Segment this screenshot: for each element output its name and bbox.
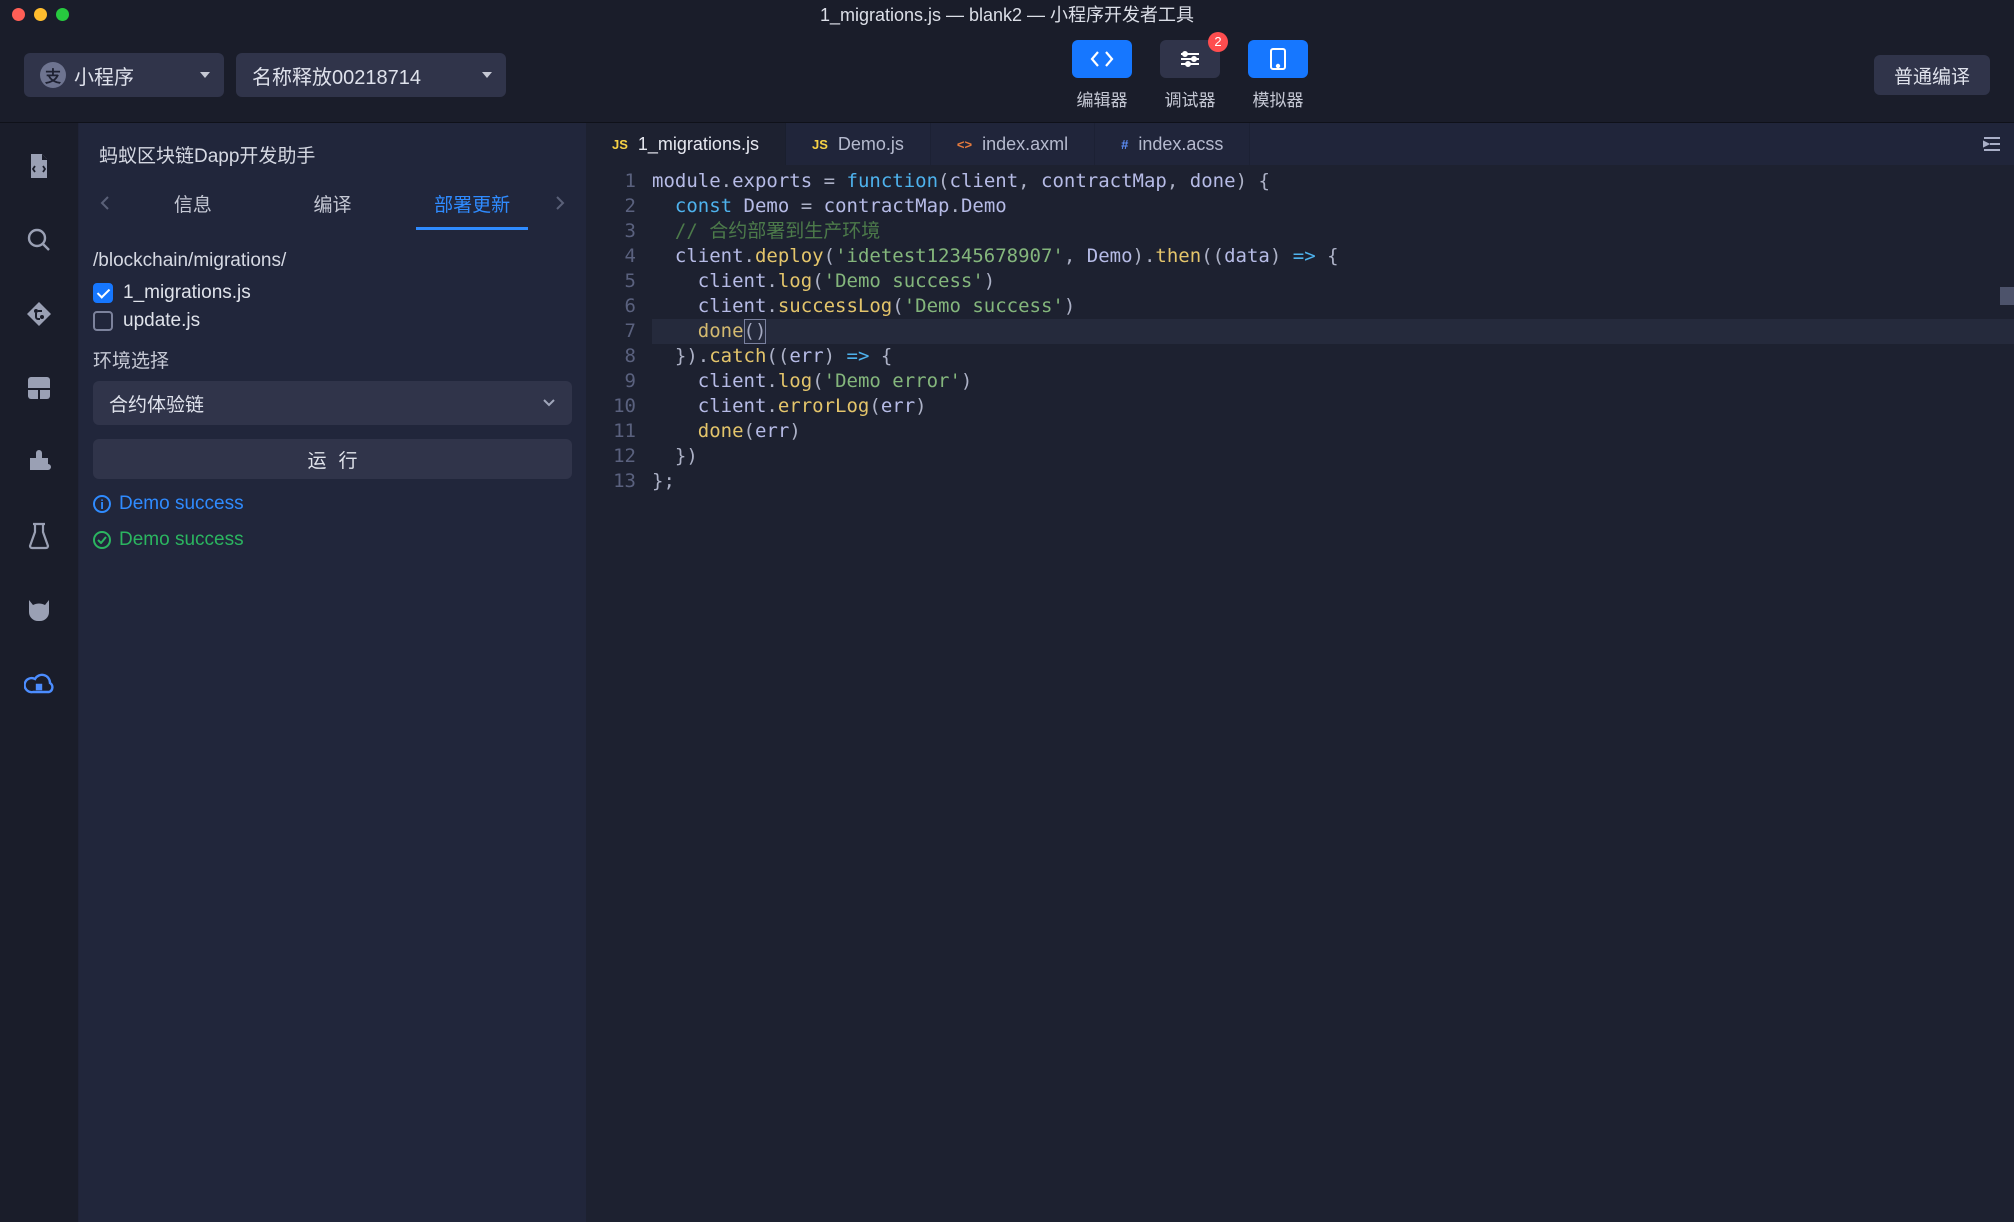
editor-tab[interactable]: JS Demo.js — [786, 123, 931, 165]
log-text: Demo success — [119, 529, 244, 551]
file-checkbox[interactable] — [93, 283, 113, 303]
alipay-icon: 支 — [40, 62, 66, 88]
js-file-icon: JS — [812, 137, 828, 152]
file-name: 1_migrations.js — [123, 282, 251, 304]
mode-simulator-label: 模拟器 — [1252, 86, 1303, 111]
file-row[interactable]: 1_migrations.js — [93, 282, 572, 304]
app-type-select[interactable]: 支 小程序 — [24, 53, 224, 97]
side-panel: 蚂蚁区块链Dapp开发助手 信息 编译 部署更新 /blockchain/mig… — [78, 123, 586, 1222]
migrations-path: /blockchain/migrations/ — [93, 250, 572, 272]
axml-file-icon: <> — [957, 137, 972, 152]
tab-deploy-label: 部署更新 — [434, 190, 510, 217]
extension-icon[interactable] — [24, 447, 54, 477]
phone-icon — [1269, 47, 1287, 71]
js-file-icon: JS — [612, 137, 628, 152]
git-icon[interactable] — [24, 299, 54, 329]
editor-tab[interactable]: <> index.axml — [931, 123, 1095, 165]
line-gutter: 12345678910111213 — [586, 165, 652, 1222]
window-title: 1_migrations.js — blank2 — 小程序开发者工具 — [820, 1, 1194, 27]
sliders-icon — [1179, 50, 1201, 68]
editor-tab-label: 1_migrations.js — [638, 134, 759, 155]
simulator-mode-button[interactable] — [1248, 40, 1308, 78]
mode-debugger-label: 调试器 — [1164, 86, 1215, 111]
compile-label: 普通编译 — [1894, 62, 1970, 89]
project-name: 名称释放00218714 — [252, 61, 421, 90]
tab-info[interactable]: 信息 — [123, 176, 263, 230]
mode-simulator[interactable]: 模拟器 — [1248, 40, 1308, 111]
chevron-down-icon — [482, 72, 492, 78]
mode-editor-label: 编辑器 — [1076, 86, 1127, 111]
log-line-success: Demo success — [93, 529, 572, 551]
info-icon: i — [93, 495, 111, 513]
tab-deploy[interactable]: 部署更新 — [402, 176, 542, 230]
cloud-icon[interactable] — [24, 669, 54, 699]
acss-file-icon: # — [1121, 137, 1128, 152]
mode-editor[interactable]: 编辑器 — [1072, 40, 1132, 111]
tab-info-label: 信息 — [174, 190, 212, 217]
mode-debugger[interactable]: 2 调试器 — [1160, 40, 1220, 111]
indent-icon — [1982, 136, 2002, 152]
log-text: Demo success — [119, 493, 244, 515]
env-label: 环境选择 — [93, 346, 572, 373]
code-icon — [1090, 50, 1114, 68]
beaker-icon[interactable] — [24, 521, 54, 551]
titlebar: 1_migrations.js — blank2 — 小程序开发者工具 — [0, 0, 2014, 28]
chevron-right-icon — [555, 195, 565, 211]
tab-compile[interactable]: 编译 — [263, 176, 403, 230]
run-label: 运行 — [295, 446, 369, 473]
cat-icon[interactable] — [24, 595, 54, 625]
code-editor[interactable]: 12345678910111213 module.exports = funct… — [586, 165, 2014, 1222]
split-editor-button[interactable] — [1970, 123, 2014, 165]
side-panel-title: 蚂蚁区块链Dapp开发助手 — [79, 123, 586, 176]
file-checkbox[interactable] — [93, 311, 113, 331]
chevron-down-icon — [542, 392, 556, 414]
file-name: update.js — [123, 310, 200, 332]
editor-tab-label: Demo.js — [838, 134, 904, 155]
compile-button[interactable]: 普通编译 — [1874, 55, 1990, 95]
check-icon — [93, 531, 111, 549]
debugger-badge: 2 — [1208, 32, 1228, 52]
editor-tabs: JS 1_migrations.js JS Demo.js <> index.a… — [586, 123, 2014, 165]
tabs-next[interactable] — [542, 195, 578, 211]
activity-bar — [0, 123, 78, 1222]
file-icon[interactable] — [24, 151, 54, 181]
minimize-window-icon[interactable] — [34, 8, 47, 21]
blocks-icon[interactable] — [24, 373, 54, 403]
main-area: 蚂蚁区块链Dapp开发助手 信息 编译 部署更新 /blockchain/mig… — [0, 123, 2014, 1222]
editor-area: JS 1_migrations.js JS Demo.js <> index.a… — [586, 123, 2014, 1222]
minimap-viewport[interactable] — [2000, 287, 2014, 305]
log-line-info: i Demo success — [93, 493, 572, 515]
current-line-highlight — [652, 319, 2014, 344]
file-row[interactable]: update.js — [93, 310, 572, 332]
side-panel-tabs: 信息 编译 部署更新 — [79, 176, 586, 230]
editor-tab[interactable]: # index.acss — [1095, 123, 1250, 165]
env-select[interactable]: 合约体验链 — [93, 381, 572, 425]
chevron-down-icon — [200, 72, 210, 78]
env-value: 合约体验链 — [109, 390, 204, 417]
search-icon[interactable] — [24, 225, 54, 255]
project-select[interactable]: 名称释放00218714 — [236, 53, 506, 97]
editor-mode-button[interactable] — [1072, 40, 1132, 78]
app-type-value: 小程序 — [74, 61, 134, 90]
close-window-icon[interactable] — [12, 8, 25, 21]
chevron-left-icon — [100, 195, 110, 211]
run-button[interactable]: 运行 — [93, 439, 572, 479]
tabs-prev[interactable] — [87, 195, 123, 211]
editor-tab-label: index.axml — [982, 134, 1068, 155]
maximize-window-icon[interactable] — [56, 8, 69, 21]
main-toolbar: 支 小程序 名称释放00218714 编辑器 2 调试器 — [0, 28, 2014, 123]
traffic-lights — [12, 8, 69, 21]
editor-tab[interactable]: JS 1_migrations.js — [586, 123, 786, 165]
tab-compile-label: 编译 — [314, 190, 352, 217]
debugger-mode-button[interactable]: 2 — [1160, 40, 1220, 78]
editor-tab-label: index.acss — [1138, 134, 1223, 155]
cursor — [744, 319, 767, 344]
